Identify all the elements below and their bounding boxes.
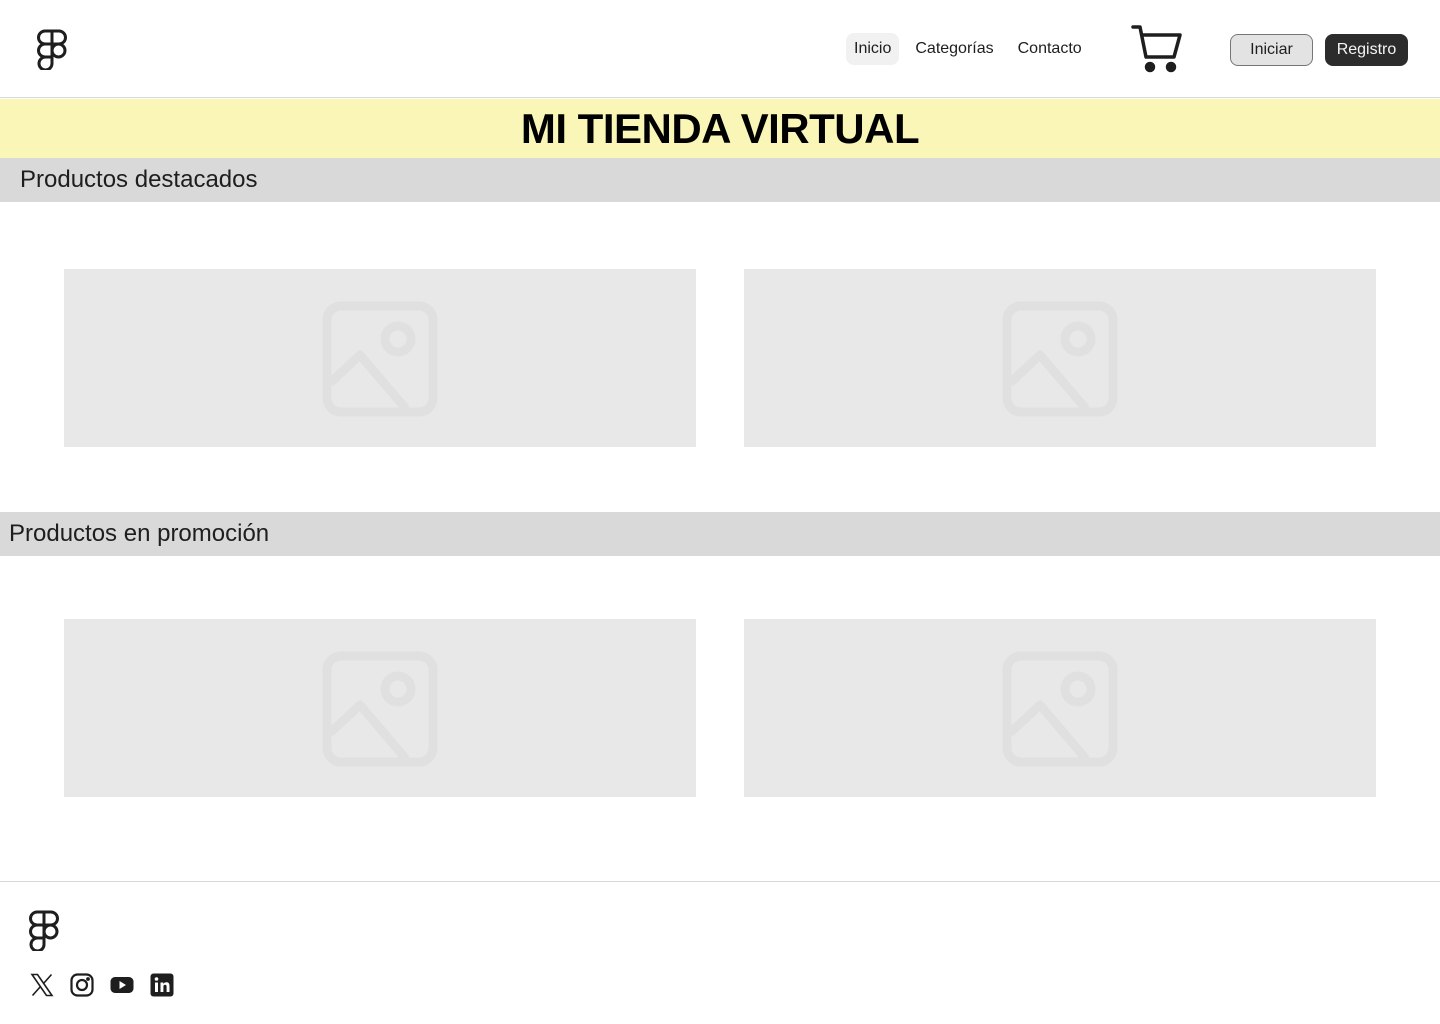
youtube-icon[interactable]	[110, 973, 134, 997]
image-placeholder-icon	[322, 651, 438, 767]
product-image-placeholder[interactable]	[64, 269, 696, 447]
nav-item-contacto[interactable]: Contacto	[1010, 33, 1090, 65]
instagram-icon[interactable]	[70, 973, 94, 997]
x-icon[interactable]	[30, 973, 54, 997]
main-nav: Inicio Categorías Contacto	[846, 33, 1090, 65]
register-button[interactable]: Registro	[1325, 34, 1408, 66]
nav-item-inicio[interactable]: Inicio	[846, 33, 900, 65]
linkedin-icon[interactable]	[150, 973, 174, 997]
product-image-placeholder[interactable]	[744, 269, 1376, 447]
signin-button[interactable]: Iniciar	[1230, 34, 1313, 66]
nav-item-categorias[interactable]: Categorías	[907, 33, 1001, 65]
section-title-promo: Productos en promoción	[9, 520, 270, 547]
section-header-featured: Productos destacados	[0, 158, 1440, 202]
page-title: MI TIENDA VIRTUAL	[520, 105, 920, 152]
hero-banner: MI TIENDA VIRTUAL	[0, 99, 1440, 158]
shopping-cart-icon[interactable]	[1130, 24, 1184, 74]
figma-logo-icon[interactable]	[29, 910, 59, 951]
image-placeholder-icon	[1002, 651, 1118, 767]
product-image-placeholder[interactable]	[744, 619, 1376, 797]
section-title-featured: Productos destacados	[20, 166, 258, 193]
image-placeholder-icon	[1002, 301, 1118, 417]
product-image-placeholder[interactable]	[64, 619, 696, 797]
footer	[0, 881, 1440, 1024]
image-placeholder-icon	[322, 301, 438, 417]
figma-logo-icon[interactable]	[37, 29, 67, 70]
header: Inicio Categorías Contacto Iniciar Regis…	[0, 0, 1440, 98]
social-links	[30, 973, 174, 997]
section-header-promo: Productos en promoción	[0, 512, 1440, 556]
